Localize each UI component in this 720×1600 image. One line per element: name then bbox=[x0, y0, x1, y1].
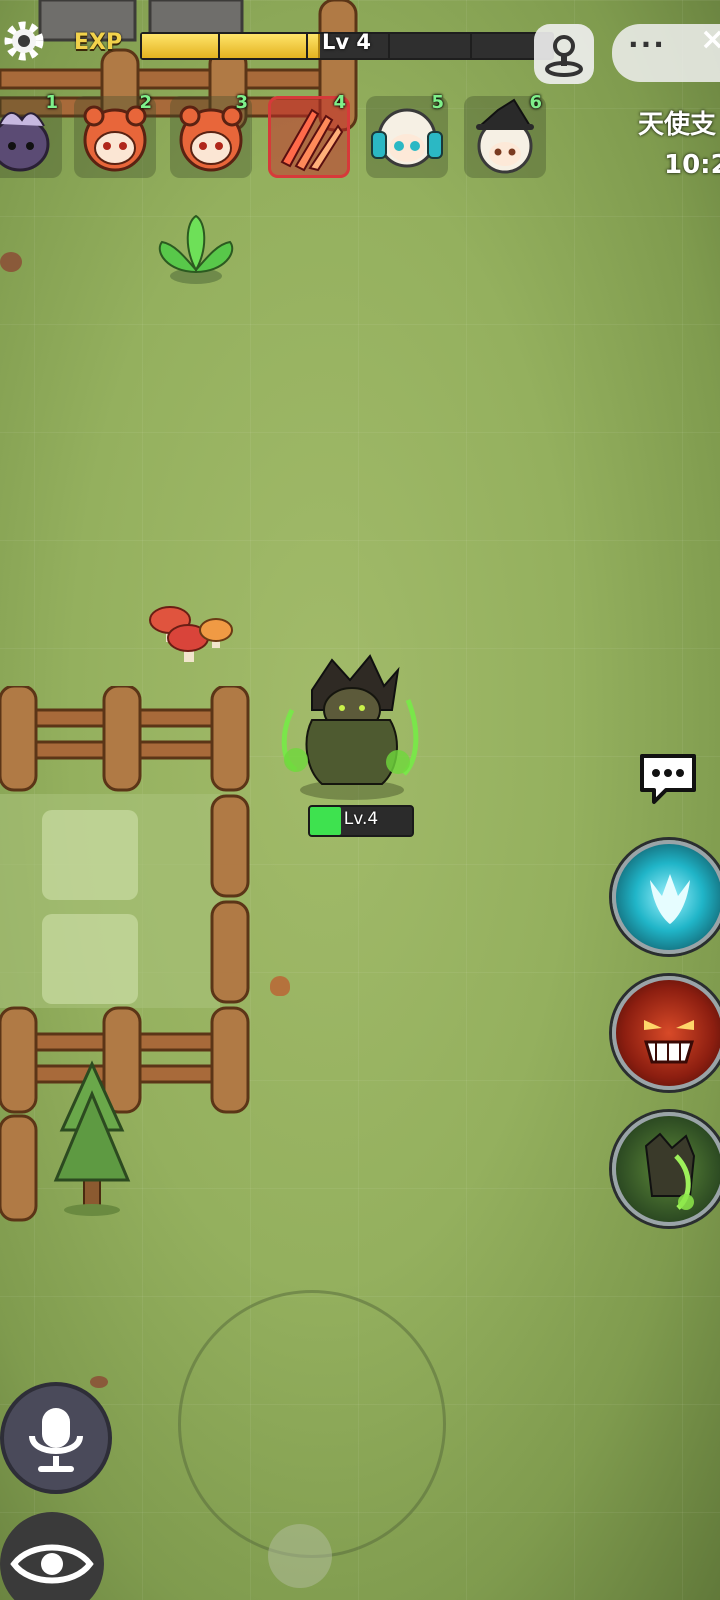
exp-segment-divider bbox=[470, 34, 472, 58]
hero-level-text: Lv.4 bbox=[343, 809, 379, 829]
pine-tree bbox=[53, 1060, 131, 1216]
angry-demon-skill-icon bbox=[643, 1020, 695, 1064]
exp-label: EXP bbox=[74, 30, 123, 55]
more-options-icon[interactable]: ··· bbox=[628, 28, 666, 61]
mode-title: 天使支 bbox=[638, 110, 717, 140]
game-stage[interactable]: EXP Lv 4 ··· × 1 2 3 4 5 6 天使支 10:2 Lv.4 bbox=[0, 0, 720, 1600]
party-slot-2[interactable]: 2 bbox=[74, 92, 156, 178]
werewolf-transform-skill-icon bbox=[644, 1132, 696, 1210]
party-slot-3[interactable]: 3 bbox=[170, 92, 252, 178]
slot-number: 2 bbox=[139, 92, 152, 113]
joystick-toggle-button[interactable] bbox=[534, 24, 594, 84]
party-slot-1[interactable]: 1 bbox=[0, 92, 62, 178]
leafy-plant bbox=[158, 214, 234, 284]
werewolf-hero[interactable] bbox=[272, 650, 428, 810]
small-stone bbox=[270, 976, 290, 996]
player-level-label: Lv 4 bbox=[322, 30, 371, 54]
exp-segment-divider bbox=[218, 34, 220, 58]
eye-icon bbox=[10, 1544, 94, 1584]
party-slot-4[interactable]: 4 bbox=[268, 92, 350, 178]
slot-number: 6 bbox=[529, 92, 542, 113]
microphone-icon bbox=[29, 1408, 83, 1472]
exp-segment-divider bbox=[388, 34, 390, 58]
exp-segment-divider bbox=[306, 34, 308, 58]
skill-button-3[interactable] bbox=[612, 1112, 720, 1226]
skill-button-1[interactable] bbox=[612, 840, 720, 954]
party-slot-6[interactable]: 6 bbox=[464, 92, 546, 178]
mushrooms bbox=[149, 606, 233, 662]
close-icon[interactable]: × bbox=[700, 22, 720, 57]
skill-button-2[interactable] bbox=[612, 976, 720, 1090]
slot-number: 4 bbox=[333, 92, 346, 113]
small-rock bbox=[0, 252, 22, 272]
chat-bubble-icon[interactable] bbox=[636, 750, 700, 808]
hero-level-bar: Lv.4 bbox=[308, 805, 414, 837]
slot-number: 5 bbox=[431, 92, 444, 113]
slot-number: 3 bbox=[235, 92, 248, 113]
joystick-icon bbox=[545, 35, 583, 77]
movement-joystick-ring[interactable] bbox=[178, 1290, 446, 1558]
settings-gear-icon[interactable] bbox=[0, 16, 50, 66]
voice-chat-button[interactable] bbox=[0, 1382, 112, 1494]
view-toggle-button[interactable] bbox=[0, 1512, 104, 1600]
party-slot-5[interactable]: 5 bbox=[366, 92, 448, 178]
movement-joystick-knob[interactable] bbox=[268, 1524, 332, 1588]
cyan-claw-skill-icon bbox=[650, 874, 690, 924]
exp-bar-fill bbox=[142, 34, 321, 58]
match-timer: 10:2 bbox=[664, 150, 720, 180]
slot-number: 1 bbox=[45, 92, 58, 113]
